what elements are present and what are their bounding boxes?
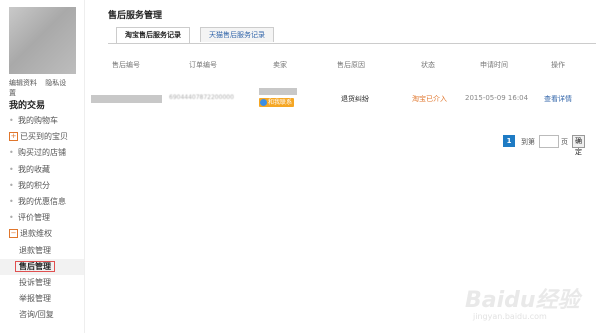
page-unit-label: 页 xyxy=(561,138,568,146)
bullet-icon: • xyxy=(9,180,14,190)
col-seller: 卖家 xyxy=(273,61,287,69)
sidebar-item-coupons[interactable]: • 我的优惠信息 xyxy=(0,194,84,210)
sidebar-item-label: 购买过的店铺 xyxy=(18,148,66,158)
sidebar-item-after-sales[interactable]: 售后管理 xyxy=(0,258,84,275)
sidebar-item-label: 咨询/回复 xyxy=(19,310,54,320)
current-page-button[interactable]: 1 xyxy=(503,135,515,147)
confirm-button[interactable]: 确定 xyxy=(572,135,585,156)
tab-taobao-records[interactable]: 淘宝售后服务记录 xyxy=(116,27,190,43)
page-number-input[interactable] xyxy=(539,135,559,148)
sidebar-item-shops[interactable]: • 购买过的店铺 xyxy=(0,145,84,161)
sidebar-item-favorites[interactable]: • 我的收藏 xyxy=(0,162,84,178)
tab-bar: 淘宝售后服务记录 天猫售后服务记录 xyxy=(108,27,596,44)
contact-seller-button[interactable]: 和我联系 xyxy=(259,98,295,107)
sidebar-item-complaints[interactable]: 投诉管理 xyxy=(0,275,84,291)
bullet-icon: • xyxy=(9,164,14,174)
avatar[interactable] xyxy=(9,7,76,74)
nav-list: • 我的购物车 + 已买到的宝贝 • 购买过的店铺 • 我的收藏 • 我的积分 • 我的优惠… xyxy=(0,113,84,323)
reason-text: 退货纠纷 xyxy=(341,95,369,103)
sidebar-item-label: 退款管理 xyxy=(19,245,51,255)
watermark-logo: Baidu经验 xyxy=(465,288,580,313)
sidebar-item-refunds[interactable]: 退款管理 xyxy=(0,243,84,259)
bullet-icon: • xyxy=(9,196,14,206)
sidebar: 编辑资料 隐私设置 我的交易 • 我的购物车 + 已买到的宝贝 • 购买过的店铺 • 我… xyxy=(0,0,85,333)
watermark-url: jingyan.baidu.com xyxy=(473,312,547,321)
bullet-icon: • xyxy=(9,116,14,125)
col-reason: 售后原因 xyxy=(337,61,365,69)
sidebar-item-reports[interactable]: 举报管理 xyxy=(0,291,84,307)
watermark: Baidu经验 jingyan.baidu.com xyxy=(455,282,600,328)
nav-section-title: 我的交易 xyxy=(9,101,46,111)
contact-label: 和我联系 xyxy=(268,99,293,106)
collapse-icon[interactable]: − xyxy=(9,229,18,239)
sidebar-item-consult[interactable]: 咨询/回复 xyxy=(0,307,84,323)
sidebar-item-label: 我的积分 xyxy=(18,180,50,190)
col-order-no: 订单编号 xyxy=(189,61,217,69)
bullet-icon: • xyxy=(9,148,14,158)
sidebar-item-label: 我的收藏 xyxy=(18,164,50,174)
table-row: 69044407872200000 和我联系 退货纠纷 淘宝已介入 2015-0… xyxy=(91,88,596,110)
profile-links: 编辑资料 隐私设置 xyxy=(9,78,79,98)
sidebar-item-reviews[interactable]: • 评价管理 xyxy=(0,210,84,226)
col-apply-time: 申请时间 xyxy=(480,61,508,69)
table-header: 售后编号 订单编号 卖家 售后原因 状态 申请时间 操作 xyxy=(96,60,596,72)
redacted-after-sales-no xyxy=(91,95,162,103)
col-after-sales-no: 售后编号 xyxy=(112,61,140,69)
sidebar-item-label: 我的购物车 xyxy=(18,116,58,125)
sidebar-item-label: 投诉管理 xyxy=(19,277,51,287)
bullet-icon: • xyxy=(9,213,14,223)
col-action: 操作 xyxy=(551,61,565,69)
redacted-seller-name xyxy=(259,88,297,95)
col-status: 状态 xyxy=(421,61,435,69)
page-title: 售后服务管理 xyxy=(108,11,163,21)
edit-profile-link[interactable]: 编辑资料 xyxy=(9,79,37,87)
sidebar-item-bought[interactable]: + 已买到的宝贝 xyxy=(0,129,84,145)
chat-icon xyxy=(260,99,267,106)
sidebar-item-refund-rights[interactable]: − 退款维权 xyxy=(0,226,84,242)
goto-label: 到第 xyxy=(521,138,535,146)
sidebar-item-label: 售后管理 xyxy=(15,260,55,272)
tab-tmall-records[interactable]: 天猫售后服务记录 xyxy=(200,27,274,42)
status-badge: 淘宝已介入 xyxy=(412,95,447,103)
sidebar-item-label: 评价管理 xyxy=(18,213,50,223)
sidebar-item-label: 我的优惠信息 xyxy=(18,196,66,206)
view-details-link[interactable]: 查看详情 xyxy=(544,94,572,104)
order-no-link[interactable]: 69044407872200000 xyxy=(169,94,234,101)
sidebar-item-points[interactable]: • 我的积分 xyxy=(0,178,84,194)
sidebar-item-label: 举报管理 xyxy=(19,294,51,304)
expand-icon[interactable]: + xyxy=(9,132,18,142)
sidebar-item-label: 退款维权 xyxy=(20,229,52,239)
sidebar-item-label: 已买到的宝贝 xyxy=(20,132,68,142)
apply-time: 2015-05-09 16:04 xyxy=(465,94,529,102)
sidebar-item-cart[interactable]: • 我的购物车 xyxy=(0,113,84,129)
